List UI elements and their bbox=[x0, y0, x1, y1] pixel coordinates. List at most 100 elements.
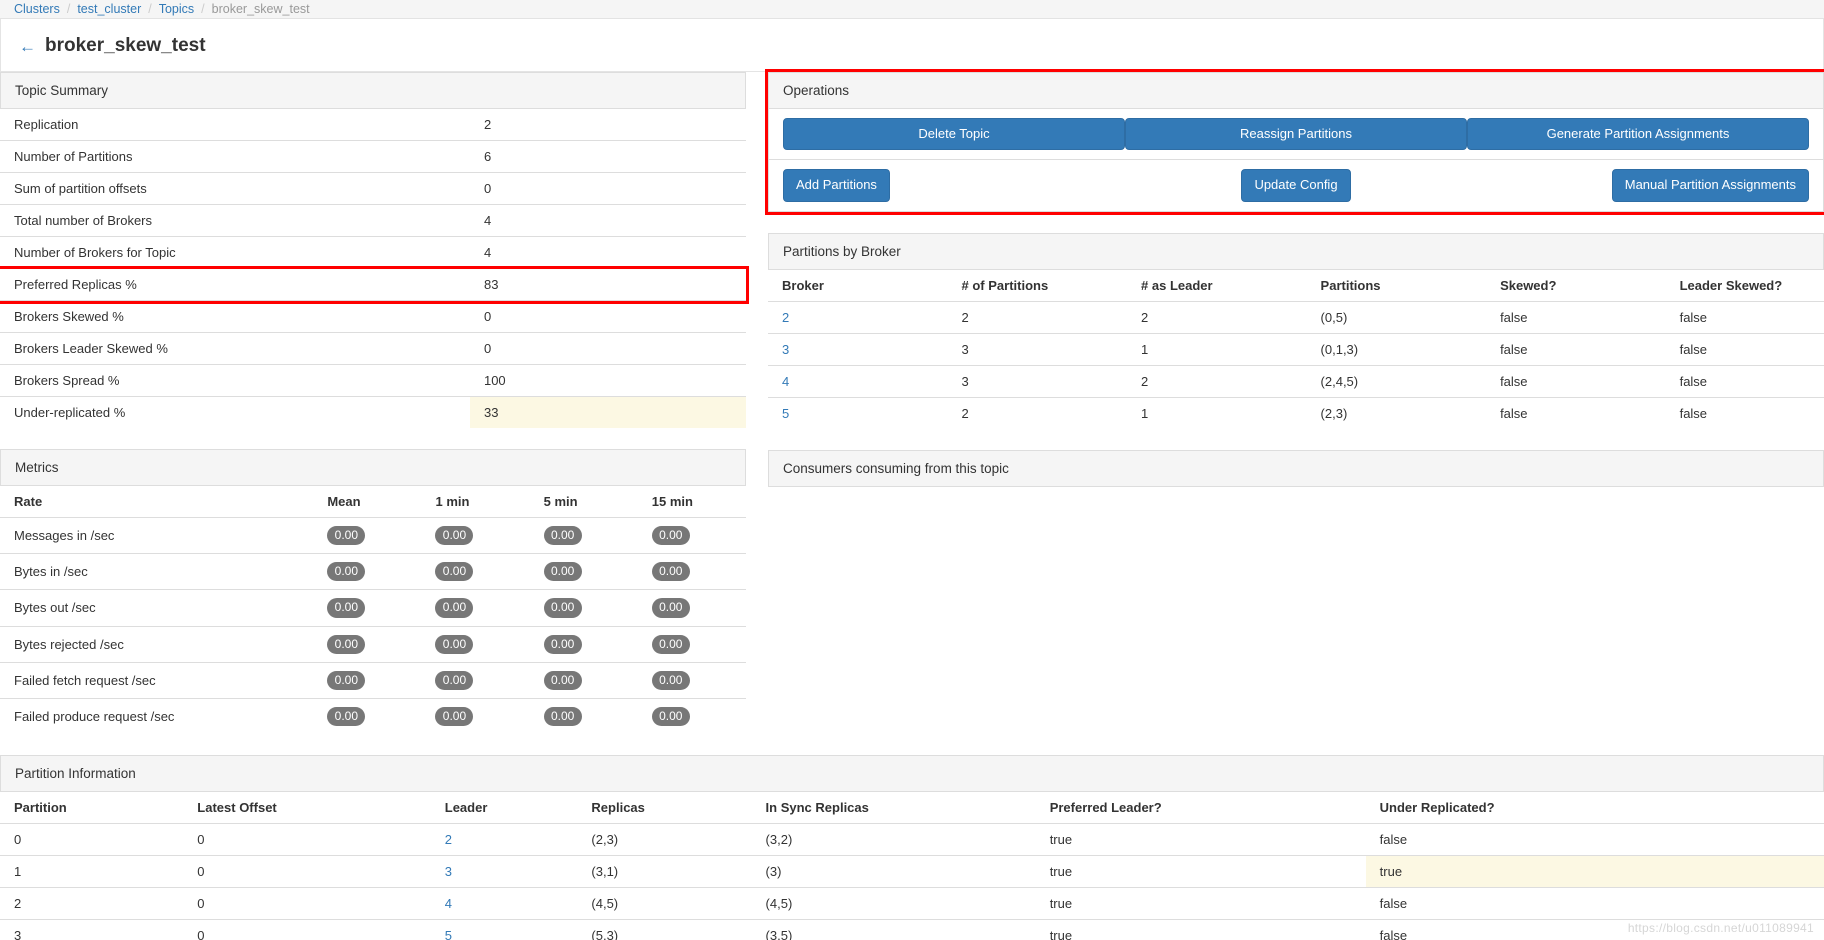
metric-badge: 0.00 bbox=[544, 671, 582, 690]
pi-latest-offset: 0 bbox=[183, 856, 430, 888]
metric-5min: 0.00 bbox=[530, 626, 638, 662]
pi-col-latest-offset: Latest Offset bbox=[183, 792, 430, 824]
summary-value: 33 bbox=[470, 397, 746, 429]
leader-link[interactable]: 4 bbox=[445, 896, 452, 911]
update-config-button[interactable]: Update Config bbox=[1241, 169, 1350, 201]
summary-value: 6 bbox=[470, 141, 746, 173]
metric-badge: 0.00 bbox=[652, 526, 690, 545]
metric-badge: 0.00 bbox=[544, 707, 582, 726]
reassign-partitions-button[interactable]: Reassign Partitions bbox=[1125, 118, 1467, 150]
metric-5min: 0.00 bbox=[530, 518, 638, 554]
summary-value: 2 bbox=[470, 109, 746, 141]
metric-badge: 0.00 bbox=[435, 598, 473, 617]
back-arrow-icon[interactable]: ← bbox=[19, 38, 36, 55]
leader-link[interactable]: 5 bbox=[445, 928, 452, 940]
metric-5min: 0.00 bbox=[530, 698, 638, 734]
pbb-table-body: 2 2 2 (0,5) false false 3 3 1 (0,1,3) bbox=[768, 301, 1824, 429]
metric-5min: 0.00 bbox=[530, 554, 638, 590]
pi-col-replicas: Replicas bbox=[577, 792, 751, 824]
metric-mean: 0.00 bbox=[313, 626, 421, 662]
breadcrumb-item-topics[interactable]: Topics bbox=[159, 2, 194, 16]
table-row: Bytes in /sec 0.00 0.00 0.00 0.00 bbox=[0, 554, 746, 590]
metric-1min: 0.00 bbox=[421, 590, 529, 626]
metric-label: Failed fetch request /sec bbox=[0, 662, 313, 698]
metric-badge: 0.00 bbox=[435, 707, 473, 726]
pi-latest-offset: 0 bbox=[183, 824, 430, 856]
metric-15min: 0.00 bbox=[638, 698, 746, 734]
pbb-leader-skewed: false bbox=[1666, 301, 1824, 333]
left-column: Topic Summary Replication 2 Number of Pa… bbox=[0, 72, 746, 755]
metric-badge: 0.00 bbox=[327, 562, 365, 581]
topic-summary-table: Replication 2 Number of Partitions 6 Sum… bbox=[0, 109, 746, 428]
metrics-table: Rate Mean 1 min 5 min 15 min Messages in… bbox=[0, 486, 746, 734]
pbb-skewed: false bbox=[1486, 301, 1666, 333]
delete-topic-button[interactable]: Delete Topic bbox=[783, 118, 1125, 150]
pbb-col-num-partitions: # of Partitions bbox=[948, 270, 1128, 302]
summary-label: Under-replicated % bbox=[0, 397, 470, 429]
pbb-table-head: Broker # of Partitions # as Leader Parti… bbox=[768, 270, 1824, 302]
pi-partition: 3 bbox=[0, 920, 183, 940]
pi-leader: 5 bbox=[431, 920, 578, 940]
summary-value: 0 bbox=[470, 301, 746, 333]
pi-preferred-leader: true bbox=[1036, 824, 1366, 856]
broker-link[interactable]: 5 bbox=[782, 406, 789, 421]
watermark: https://blog.csdn.net/u011089941 bbox=[1628, 921, 1814, 935]
pi-latest-offset: 0 bbox=[183, 920, 430, 940]
broker-link[interactable]: 2 bbox=[782, 310, 789, 325]
breadcrumb-item-test-cluster[interactable]: test_cluster bbox=[77, 2, 141, 16]
metric-1min: 0.00 bbox=[421, 698, 529, 734]
table-row: Messages in /sec 0.00 0.00 0.00 0.00 bbox=[0, 518, 746, 554]
table-header-row: Broker # of Partitions # as Leader Parti… bbox=[768, 270, 1824, 302]
metric-badge: 0.00 bbox=[652, 707, 690, 726]
metric-15min: 0.00 bbox=[638, 626, 746, 662]
metrics-col-15min: 15 min bbox=[638, 486, 746, 518]
pbb-num-as-leader: 1 bbox=[1127, 397, 1307, 429]
pbb-broker: 2 bbox=[768, 301, 948, 333]
pbb-num-partitions: 3 bbox=[948, 365, 1128, 397]
operations-row-2: Add Partitions Update Config Manual Part… bbox=[769, 159, 1823, 210]
table-row: 3 0 5 (5,3) (3,5) true false bbox=[0, 920, 1824, 940]
pbb-col-partitions: Partitions bbox=[1307, 270, 1487, 302]
summary-label: Brokers Leader Skewed % bbox=[0, 333, 470, 365]
pbb-num-partitions: 3 bbox=[948, 333, 1128, 365]
topic-summary-panel: Topic Summary Replication 2 Number of Pa… bbox=[0, 72, 746, 428]
table-row-preferred-replicas: Preferred Replicas % 83 bbox=[0, 269, 746, 301]
pi-preferred-leader: true bbox=[1036, 856, 1366, 888]
table-row: Under-replicated % 33 bbox=[0, 397, 746, 429]
metric-mean: 0.00 bbox=[313, 662, 421, 698]
pbb-skewed: false bbox=[1486, 333, 1666, 365]
operations-cell: Generate Partition Assignments bbox=[1467, 118, 1809, 150]
add-partitions-button[interactable]: Add Partitions bbox=[783, 169, 890, 201]
pi-col-in-sync-replicas: In Sync Replicas bbox=[752, 792, 1036, 824]
pi-replicas: (4,5) bbox=[577, 888, 751, 920]
table-row: Brokers Leader Skewed % 0 bbox=[0, 333, 746, 365]
broker-link[interactable]: 4 bbox=[782, 374, 789, 389]
consumers-heading: Consumers consuming from this topic bbox=[768, 450, 1824, 487]
table-row: 5 2 1 (2,3) false false bbox=[768, 397, 1824, 429]
breadcrumb-item-current: broker_skew_test bbox=[212, 2, 310, 16]
pbb-num-as-leader: 2 bbox=[1127, 301, 1307, 333]
metrics-col-1min: 1 min bbox=[421, 486, 529, 518]
leader-link[interactable]: 3 bbox=[445, 864, 452, 879]
breadcrumb-item-clusters[interactable]: Clusters bbox=[14, 2, 60, 16]
metric-badge: 0.00 bbox=[327, 707, 365, 726]
metric-badge: 0.00 bbox=[435, 635, 473, 654]
operations-cell: Add Partitions bbox=[783, 169, 1125, 201]
operations-cell: Manual Partition Assignments bbox=[1467, 169, 1809, 201]
manual-partition-assignments-button[interactable]: Manual Partition Assignments bbox=[1612, 169, 1809, 201]
pbb-num-partitions: 2 bbox=[948, 301, 1128, 333]
metric-mean: 0.00 bbox=[313, 554, 421, 590]
metric-badge: 0.00 bbox=[652, 598, 690, 617]
table-row: Failed fetch request /sec 0.00 0.00 0.00… bbox=[0, 662, 746, 698]
broker-link[interactable]: 3 bbox=[782, 342, 789, 357]
summary-label: Sum of partition offsets bbox=[0, 173, 470, 205]
metrics-col-rate: Rate bbox=[0, 486, 313, 518]
summary-label: Number of Brokers for Topic bbox=[0, 237, 470, 269]
pbb-num-as-leader: 2 bbox=[1127, 365, 1307, 397]
partitions-by-broker-table: Broker # of Partitions # as Leader Parti… bbox=[768, 270, 1824, 429]
pbb-num-partitions: 2 bbox=[948, 397, 1128, 429]
metric-badge: 0.00 bbox=[327, 598, 365, 617]
leader-link[interactable]: 2 bbox=[445, 832, 452, 847]
operations-row-1: Delete Topic Reassign Partitions Generat… bbox=[769, 109, 1823, 159]
generate-partition-assignments-button[interactable]: Generate Partition Assignments bbox=[1467, 118, 1809, 150]
